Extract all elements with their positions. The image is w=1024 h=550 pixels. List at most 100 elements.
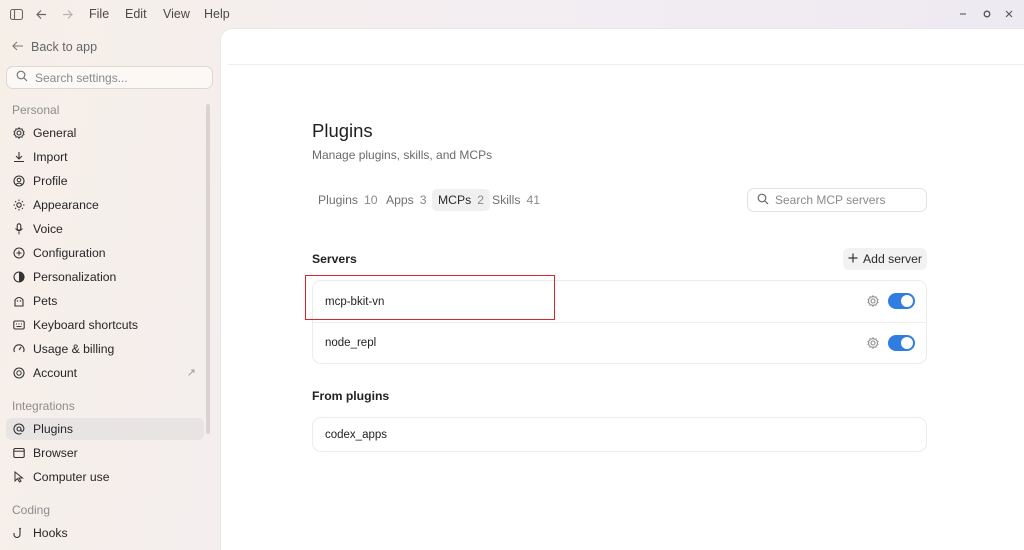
settings-sidebar: Back to app Search settings... Personal …	[0, 28, 220, 550]
download-icon	[13, 151, 25, 163]
sidebar-item-profile[interactable]: Profile	[6, 170, 204, 192]
header-divider	[228, 64, 1024, 65]
sidebar-item-pets[interactable]: Pets	[6, 290, 204, 312]
servers-heading: Servers	[312, 252, 357, 266]
sidebar-item-label: Usage & billing	[33, 342, 115, 356]
sidebar-item-label: Hooks	[33, 526, 68, 540]
sidebar-item-account[interactable]: Account ↗	[6, 362, 204, 384]
tab-label: MCPs	[438, 193, 472, 207]
restore-icon[interactable]	[978, 5, 996, 23]
forward-arrow-icon[interactable]	[59, 6, 75, 22]
keyboard-icon	[13, 319, 25, 331]
arrow-left-icon	[12, 40, 24, 54]
config-icon	[13, 247, 25, 259]
microphone-icon	[13, 223, 25, 235]
plugin-server-row[interactable]: codex_apps	[313, 418, 926, 451]
tab-apps[interactable]: Apps 3	[380, 189, 433, 211]
sidebar-item-label: Profile	[33, 174, 68, 188]
back-arrow-icon[interactable]	[33, 6, 49, 22]
sidebar-item-usage-billing[interactable]: Usage & billing	[6, 338, 204, 360]
tab-count: 3	[419, 193, 427, 207]
sidebar-item-configuration[interactable]: Configuration	[6, 242, 204, 264]
page-subtitle: Manage plugins, skills, and MCPs	[312, 148, 493, 162]
cursor-icon	[13, 471, 25, 483]
search-icon	[757, 193, 769, 208]
page-title: Plugins	[312, 120, 373, 141]
server-enabled-toggle[interactable]	[888, 293, 915, 309]
sidebar-item-general[interactable]: General	[6, 122, 204, 144]
sidebar-item-label: Plugins	[33, 422, 73, 436]
section-coding: Coding	[12, 503, 51, 517]
server-enabled-toggle[interactable]	[888, 335, 915, 351]
search-icon	[16, 70, 28, 85]
section-personal: Personal	[12, 103, 60, 117]
account-icon	[13, 367, 25, 379]
sidebar-item-label: Configuration	[33, 246, 106, 260]
sidebar-item-label: Personalization	[33, 270, 117, 284]
profile-icon	[13, 175, 25, 187]
menu-edit[interactable]: Edit	[125, 7, 147, 21]
sidebar-item-voice[interactable]: Voice	[6, 218, 204, 240]
sidebar-item-import[interactable]: Import	[6, 146, 204, 168]
settings-search-placeholder: Search settings...	[35, 70, 128, 85]
sidebar-toggle-icon[interactable]	[8, 6, 24, 22]
settings-search-input[interactable]: Search settings...	[6, 66, 213, 89]
server-row[interactable]: node_repl	[313, 322, 926, 363]
sidebar-item-plugins[interactable]: Plugins	[6, 418, 204, 440]
sidebar-scrollbar[interactable]	[206, 104, 210, 434]
mcp-search-placeholder: Search MCP servers	[775, 193, 886, 207]
tab-skills[interactable]: Skills 41	[486, 189, 546, 211]
gear-icon[interactable]	[866, 294, 880, 308]
tab-count: 2	[477, 193, 484, 207]
back-to-app-label: Back to app	[31, 40, 98, 54]
sidebar-item-browser[interactable]: Browser	[6, 442, 204, 464]
sidebar-item-label: General	[33, 126, 77, 140]
sidebar-item-keyboard-shortcuts[interactable]: Keyboard shortcuts	[6, 314, 204, 336]
sidebar-item-label: Import	[33, 150, 68, 164]
plus-icon	[848, 252, 858, 266]
sidebar-item-label: Pets	[33, 294, 58, 308]
pet-icon	[13, 295, 25, 307]
tab-label: Apps	[386, 193, 414, 207]
gear-icon[interactable]	[866, 336, 880, 350]
sidebar-item-label: Account	[33, 366, 78, 380]
title-bar: File Edit View Help	[0, 0, 1024, 28]
menu-help[interactable]: Help	[204, 7, 230, 21]
tab-count: 10	[363, 193, 378, 207]
sidebar-item-label: Voice	[33, 222, 63, 236]
external-link-icon: ↗	[186, 367, 196, 379]
add-server-label: Add server	[863, 252, 922, 266]
sidebar-item-hooks[interactable]: Hooks	[6, 522, 204, 544]
plugin-servers-list: codex_apps	[312, 417, 927, 452]
sidebar-item-label: Keyboard shortcuts	[33, 318, 139, 332]
section-integrations: Integrations	[12, 399, 75, 413]
server-name: node_repl	[325, 337, 377, 349]
close-icon[interactable]	[1000, 5, 1018, 23]
at-icon	[13, 423, 25, 435]
tab-plugins[interactable]: Plugins 10	[312, 189, 384, 211]
gear-icon	[13, 127, 25, 139]
tab-label: Skills	[492, 193, 521, 207]
sidebar-item-computer-use[interactable]: Computer use	[6, 466, 204, 488]
menu-file[interactable]: File	[89, 7, 109, 21]
sidebar-item-personalization[interactable]: Personalization	[6, 266, 204, 288]
plugin-server-name: codex_apps	[325, 428, 388, 441]
tab-count: 41	[526, 193, 541, 207]
highlight-box	[305, 275, 555, 320]
tab-label: Plugins	[318, 193, 358, 207]
sidebar-item-label: Browser	[33, 446, 78, 460]
from-plugins-heading: From plugins	[312, 389, 390, 403]
personalization-icon	[13, 271, 25, 283]
sun-icon	[13, 199, 25, 211]
minimize-icon[interactable]	[954, 5, 972, 23]
hook-icon	[13, 527, 25, 539]
sidebar-item-label: Appearance	[33, 198, 99, 212]
sidebar-item-appearance[interactable]: Appearance	[6, 194, 204, 216]
menu-view[interactable]: View	[163, 7, 190, 21]
usage-icon	[13, 343, 25, 355]
browser-icon	[13, 447, 25, 459]
back-to-app-link[interactable]: Back to app	[12, 40, 97, 54]
tab-mcps[interactable]: MCPs 2	[432, 189, 490, 211]
add-server-button[interactable]: Add server	[843, 248, 927, 270]
mcp-search-input[interactable]: Search MCP servers	[747, 188, 927, 212]
